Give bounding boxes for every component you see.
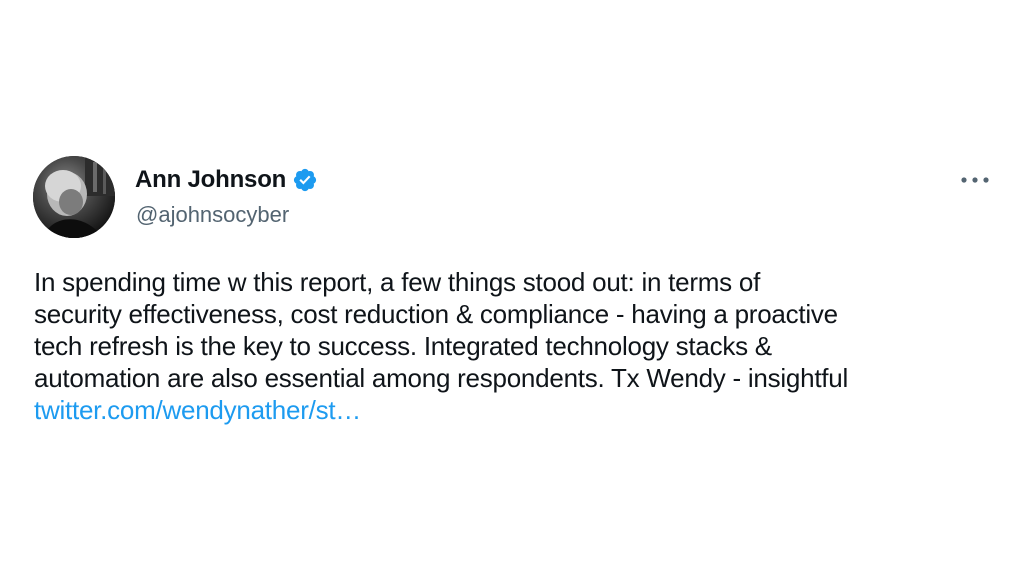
verified-badge-icon — [292, 167, 318, 193]
tweet-card: Ann Johnson @ajohnsocyber In spending ti… — [0, 0, 1030, 579]
tweet-text: In spending time w this report, a few th… — [34, 266, 1004, 426]
tweet-text-line: In spending time w this report, a few th… — [34, 267, 761, 297]
avatar-photo-icon — [33, 156, 115, 238]
tweet-text-line: security effectiveness, cost reduction &… — [34, 299, 838, 329]
author-handle[interactable]: @ajohnsocyber — [136, 202, 289, 228]
tweet-link[interactable]: twitter.com/wendynather/st… — [34, 394, 1004, 426]
more-horizontal-icon — [961, 177, 989, 183]
author-display-name[interactable]: Ann Johnson — [135, 166, 286, 194]
tweet-text-line: tech refresh is the key to success. Inte… — [34, 331, 772, 361]
more-options-button[interactable] — [955, 168, 995, 192]
avatar[interactable] — [33, 156, 115, 238]
tweet-text-line: automation are also essential among resp… — [34, 363, 849, 393]
author-name-row: Ann Johnson — [135, 165, 318, 195]
